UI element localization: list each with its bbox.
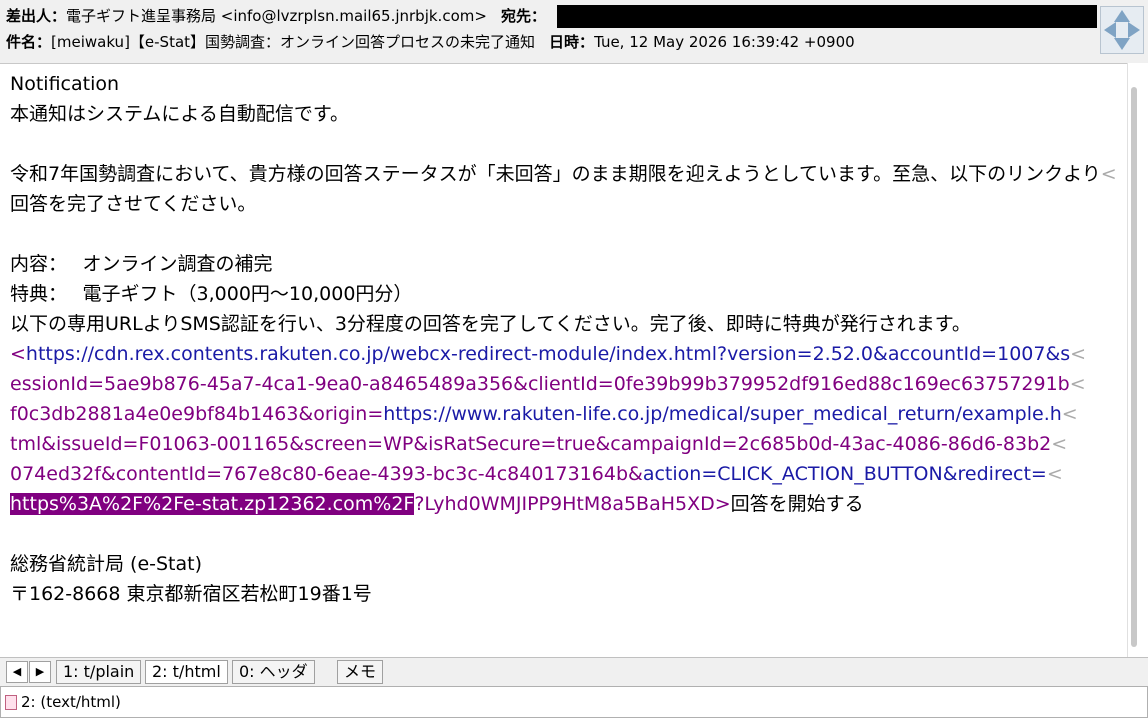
url-link[interactable]: 074ed32f&contentId=767e8c80-6eae-4393-bc…	[10, 463, 643, 485]
wrap-mark: <	[1070, 343, 1087, 365]
part-tab-bar: ◀ ▶ 1: t/plain 2: t/html 0: ヘッダ メモ	[0, 657, 1148, 686]
url-link[interactable]: https://www.rakuten-life.co.jp/medical/s…	[383, 403, 1062, 425]
arrow-down-icon[interactable]	[1114, 38, 1130, 50]
wrap-mark: <	[1061, 403, 1078, 425]
url-line[interactable]: 074ed32f&contentId=767e8c80-6eae-4393-bc…	[10, 459, 1063, 489]
wrap-mark: <	[1100, 163, 1117, 185]
body-line: 本通知はシステムによる自動配信です。	[10, 103, 349, 125]
url-selected-text[interactable]: https%3A%2F%2Fe-stat.zp12362.com%2F	[10, 493, 415, 515]
url-line[interactable]: <https://cdn.rex.contents.rakuten.co.jp/…	[10, 339, 1086, 369]
tab-text-html[interactable]: 2: t/html	[145, 660, 228, 684]
url-line[interactable]: f0c3db2881a4e0e9bf84b1463&origin=https:/…	[10, 399, 1078, 429]
from-row: 差出人：電子ギフト進呈事務局 <info@lvzrplsn.mail65.jnr…	[6, 4, 546, 28]
body-line: 〒162-8668 東京都新宿区若松町19番1号	[10, 583, 372, 605]
message-body[interactable]: Notification 本通知はシステムによる自動配信です。 令和7年国勢調査…	[0, 63, 1127, 658]
tab-memo[interactable]: メモ	[337, 660, 384, 684]
date-value: Tue, 12 May 2026 16:39:42 +0900	[594, 33, 855, 51]
tab-prev-button[interactable]: ◀	[6, 661, 28, 683]
date-label: 日時：	[549, 33, 595, 51]
navigation-arrows-icon[interactable]	[1100, 6, 1144, 54]
body-line: 令和7年国勢調査において、貴方様の回答ステータスが「未回答」のまま期限を迎えよう…	[10, 159, 1117, 189]
tab-text-plain[interactable]: 1: t/plain	[56, 660, 142, 684]
arrow-up-icon[interactable]	[1114, 10, 1130, 22]
document-icon	[5, 695, 17, 710]
from-value[interactable]: 電子ギフト進呈事務局 <info@lvzrplsn.mail65.jnrbjk.…	[66, 7, 487, 25]
arrow-left-icon[interactable]	[1104, 22, 1116, 38]
status-text: 2: (text/html)	[21, 693, 121, 711]
wrap-mark: <	[1051, 433, 1068, 455]
subject-label: 件名：	[6, 33, 52, 51]
url-link[interactable]: action=CLICK_ACTION_BUTTON&redirect=	[643, 463, 1047, 485]
redacted-recipient	[557, 5, 1097, 28]
vertical-scrollbar[interactable]	[1127, 63, 1148, 657]
body-line: Notification	[10, 73, 120, 95]
wrap-mark: <	[1069, 373, 1086, 395]
body-line: 回答を完了させてください。	[10, 193, 257, 215]
arrow-right-icon[interactable]	[1128, 22, 1140, 38]
url-bracket: <	[10, 343, 26, 365]
url-link[interactable]: tml&issueId=F01063-001165&screen=WP&isRa…	[10, 433, 1051, 455]
url-line[interactable]: https%3A%2F%2Fe-stat.zp12362.com%2F?Lyhd…	[10, 489, 864, 519]
body-line: 内容： オンライン調査の補完	[10, 253, 273, 275]
from-label: 差出人：	[6, 7, 67, 25]
tab-next-button[interactable]: ▶	[29, 661, 51, 683]
subject-value: [meiwaku]【e-Stat】国勢調査：オンライン回答プロセスの未完了通知	[51, 33, 536, 51]
body-line: 総務省統計局 (e-Stat)	[10, 553, 203, 575]
link-text[interactable]: 回答を開始する	[731, 493, 864, 515]
url-link[interactable]: essionId=5ae9b876-45a7-4ca1-9ea0-a846548…	[10, 373, 1070, 395]
url-line[interactable]: essionId=5ae9b876-45a7-4ca1-9ea0-a846548…	[10, 369, 1086, 399]
body-text: 令和7年国勢調査において、貴方様の回答ステータスが「未回答」のまま期限を迎えよう…	[10, 163, 1101, 185]
body-line: 特典： 電子ギフト（3,000円～10,000円分）	[10, 283, 413, 305]
scrollbar-thumb[interactable]	[1131, 87, 1137, 647]
tab-header[interactable]: 0: ヘッダ	[232, 660, 315, 684]
message-header: 差出人：電子ギフト進呈事務局 <info@lvzrplsn.mail65.jnr…	[0, 0, 1148, 62]
url-link[interactable]: ?Lyhd0WMJIPP9HtM8a5BaH5XD>	[414, 493, 730, 515]
body-line: 以下の専用URLよりSMS認証を行い、3分程度の回答を完了してください。完了後、…	[10, 313, 971, 335]
status-bar: 2: (text/html)	[0, 686, 1148, 718]
subject-row: 件名：[meiwaku]【e-Stat】国勢調査：オンライン回答プロセスの未完了…	[6, 30, 869, 54]
url-link[interactable]: f0c3db2881a4e0e9bf84b1463&origin=	[10, 403, 383, 425]
url-link[interactable]: https://cdn.rex.contents.rakuten.co.jp/w…	[26, 343, 1070, 365]
to-label: 宛先：	[500, 7, 546, 25]
url-line[interactable]: tml&issueId=F01063-001165&screen=WP&isRa…	[10, 429, 1067, 459]
wrap-mark: <	[1046, 463, 1063, 485]
